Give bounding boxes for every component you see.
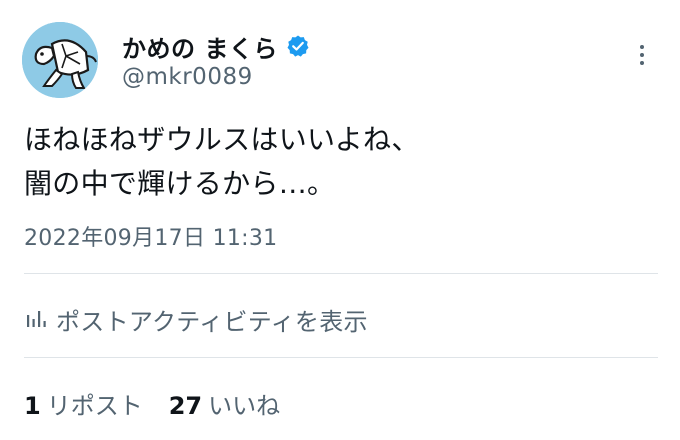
turtle-avatar-icon bbox=[22, 22, 98, 98]
repost-count: 1 bbox=[24, 392, 41, 420]
repost-label: リポスト bbox=[46, 392, 143, 420]
tweet-text-line: ほねほねザウルスはいいよね、 bbox=[24, 123, 420, 156]
verified-badge-icon bbox=[286, 34, 310, 58]
repost-count-link[interactable]: 1 リポスト bbox=[24, 386, 143, 421]
view-post-activity-label: ポストアクティビティを表示 bbox=[56, 307, 368, 336]
avatar[interactable] bbox=[22, 22, 98, 98]
like-label: いいね bbox=[208, 392, 281, 420]
more-vertical-icon[interactable] bbox=[632, 40, 652, 70]
tweet-timestamp[interactable]: 2022年09月17日 11:31 bbox=[24, 220, 277, 252]
tweet-text: ほねほねザウルスはいいよね、 闇の中で輝けるから…。 bbox=[24, 118, 654, 206]
view-post-activity-button[interactable]: ポストアクティビティを表示 bbox=[24, 302, 368, 336]
display-name[interactable]: かめの まくら bbox=[122, 29, 278, 64]
bar-chart-icon bbox=[24, 307, 48, 331]
user-handle[interactable]: @mkr0089 bbox=[122, 64, 253, 90]
tweet-text-line: 闇の中で輝けるから…。 bbox=[24, 167, 336, 200]
like-count-link[interactable]: 27 いいね bbox=[169, 386, 280, 421]
divider bbox=[24, 273, 658, 274]
user-name-row: かめの まくら bbox=[122, 29, 310, 64]
like-count: 27 bbox=[168, 392, 203, 420]
engagement-stats: 1 リポスト 27 いいね bbox=[24, 386, 306, 421]
divider bbox=[24, 357, 658, 358]
